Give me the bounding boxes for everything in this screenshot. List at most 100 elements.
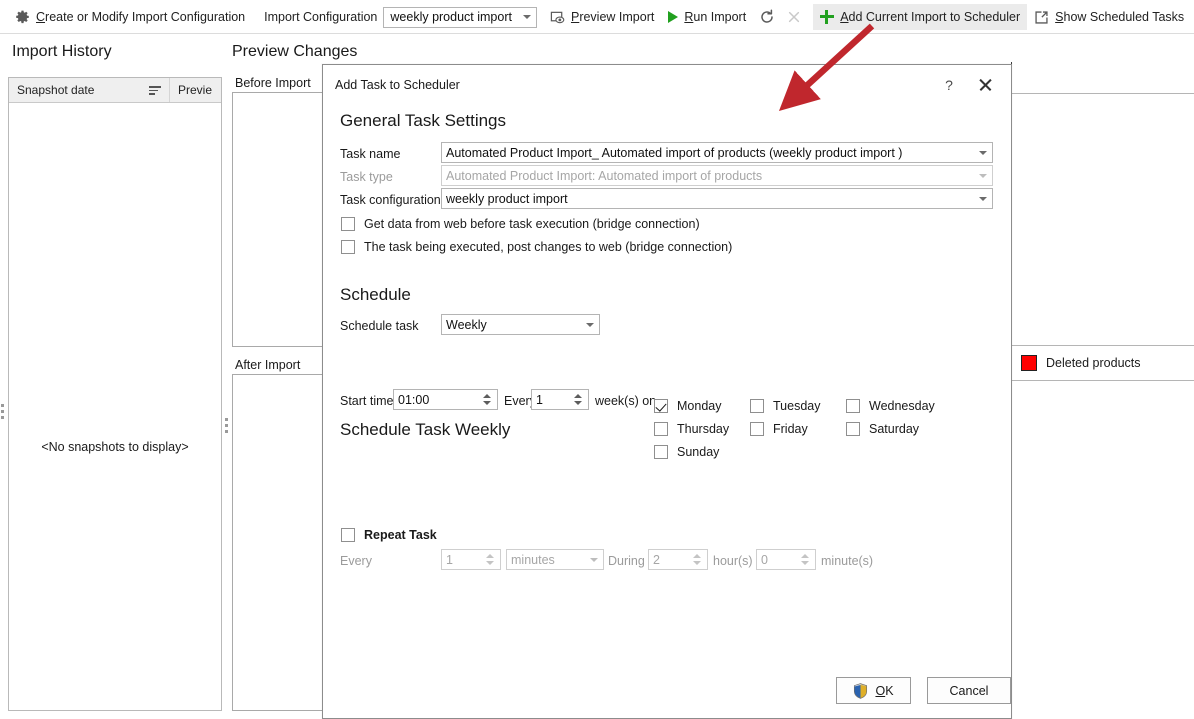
day-checkbox-sunday-row[interactable]: Sunday [654,445,719,459]
show-scheduled-tasks-label: Show Scheduled Tasks [1055,10,1184,24]
help-icon[interactable]: ? [939,75,959,95]
chevron-down-icon[interactable] [581,323,599,327]
day-checkbox-saturday-row[interactable]: Saturday [846,422,919,436]
post-changes-to-web-checkbox-row[interactable]: The task being executed, post changes to… [341,240,732,254]
import-history-title: Import History [12,43,112,61]
legend-divider-2 [1012,380,1194,381]
day-label-thursday: Thursday [677,422,729,436]
plus-icon [820,10,834,24]
repeat-every-spinner: 1 [441,549,501,570]
repeat-task-checkbox[interactable] [341,528,355,542]
get-data-from-web-checkbox[interactable] [341,217,355,231]
create-or-modify-import-configuration-button[interactable]: Create or Modify Import Configuration [8,4,252,30]
chevron-down-icon[interactable] [974,197,992,201]
after-import-label: After Import [233,358,302,372]
day-checkbox-monday-row[interactable]: Monday [654,399,721,413]
import-configuration-combobox[interactable]: weekly product import [383,7,537,28]
get-data-from-web-label: Get data from web before task execution … [364,217,700,231]
create-or-modify-import-configuration-label: Create or Modify Import Configuration [36,10,245,24]
close-icon[interactable] [973,74,997,96]
post-changes-to-web-label: The task being executed, post changes to… [364,240,732,254]
column-header-snapshot-date-label: Snapshot date [17,83,94,97]
get-data-from-web-checkbox-row[interactable]: Get data from web before task execution … [341,217,700,231]
chevron-down-icon[interactable] [974,151,992,155]
legend-color-swatch [1021,355,1037,371]
mid-splitter[interactable] [224,38,229,719]
chevron-down-icon [974,174,992,178]
chevron-down-icon [585,558,603,562]
toolbar-bottom-rule [0,33,1194,34]
run-import-button[interactable]: Run Import [661,4,753,30]
schedule-task-label: Schedule task [340,319,419,333]
legend-item-deleted-products[interactable]: Deleted products [1021,355,1141,371]
schedule-task-combobox[interactable]: Weekly [441,314,600,335]
add-current-import-to-scheduler-button[interactable]: Add Current Import to Scheduler [813,4,1027,30]
refresh-button[interactable] [753,4,781,30]
repeat-minutes-label: minute(s) [821,554,873,568]
import-history-grid[interactable]: Snapshot date Previe <No snapshots to di… [8,77,222,711]
repeat-every-value: 1 [442,553,482,567]
day-checkbox-wednesday-row[interactable]: Wednesday [846,399,935,413]
task-type-combobox: Automated Product Import: Automated impo… [441,165,993,186]
schedule-heading: Schedule [340,285,411,305]
every-weeks-spinner[interactable]: 1 [531,389,589,410]
task-type-label: Task type [340,170,393,184]
repeat-hours-label: hour(s) [713,554,753,568]
chevron-down-icon[interactable] [518,8,536,27]
day-checkbox-monday[interactable] [654,399,668,413]
post-changes-to-web-checkbox[interactable] [341,240,355,254]
column-header-snapshot-date[interactable]: Snapshot date [9,78,169,102]
gear-icon [15,10,30,25]
preview-import-label: Preview Import [571,10,654,24]
app-window: Create or Modify Import Configuration Im… [0,0,1194,719]
shield-icon [853,683,868,699]
repeat-minutes-value: 0 [757,553,797,567]
repeat-task-checkbox-row[interactable]: Repeat Task [341,528,437,542]
task-name-value: Automated Product Import_ Automated impo… [442,146,974,160]
filter-icon[interactable] [149,85,161,95]
day-checkbox-thursday-row[interactable]: Thursday [654,422,729,436]
repeat-every-label: Every [340,554,372,568]
every-weeks-stepper[interactable] [570,390,585,409]
preview-eye-icon [550,10,565,25]
day-label-friday: Friday [773,422,808,436]
cancel-button[interactable]: Cancel [927,677,1011,704]
legend-pane [1011,62,1194,719]
day-checkbox-tuesday[interactable] [750,399,764,413]
preview-import-button[interactable]: Preview Import [543,4,661,30]
repeat-task-label: Repeat Task [364,528,437,542]
left-splitter[interactable] [0,38,5,719]
ok-button[interactable]: OK [836,677,911,704]
main-toolbar: Create or Modify Import Configuration Im… [0,0,1194,34]
repeat-unit-value: minutes [507,553,585,567]
start-time-stepper[interactable] [479,390,494,409]
start-time-spinner[interactable]: 01:00 [393,389,498,410]
day-checkbox-wednesday[interactable] [846,399,860,413]
repeat-hours-stepper [689,550,704,569]
repeat-minutes-spinner: 0 [756,549,816,570]
import-history-empty-text: <No snapshots to display> [9,440,221,454]
import-history-grid-header: Snapshot date Previe [9,78,221,103]
day-checkbox-sunday[interactable] [654,445,668,459]
task-configuration-value: weekly product import [442,192,974,206]
run-import-label: Run Import [684,10,746,24]
cancel-button [781,4,807,30]
day-label-tuesday: Tuesday [773,399,820,413]
preview-changes-title: Preview Changes [232,43,357,61]
column-header-preview[interactable]: Previe [170,78,221,102]
day-label-saturday: Saturday [869,422,919,436]
schedule-task-weekly-heading: Schedule Task Weekly [340,420,510,440]
play-icon [668,11,678,23]
start-time-label: Start time [340,394,394,408]
day-checkbox-thursday[interactable] [654,422,668,436]
show-scheduled-tasks-button[interactable]: Show Scheduled Tasks [1027,4,1191,30]
ok-button-label: OK [875,684,893,698]
day-checkbox-friday-row[interactable]: Friday [750,422,808,436]
day-checkbox-friday[interactable] [750,422,764,436]
day-checkbox-saturday[interactable] [846,422,860,436]
day-label-sunday: Sunday [677,445,719,459]
task-configuration-combobox[interactable]: weekly product import [441,188,993,209]
day-label-wednesday: Wednesday [869,399,935,413]
day-checkbox-tuesday-row[interactable]: Tuesday [750,399,820,413]
task-name-combobox[interactable]: Automated Product Import_ Automated impo… [441,142,993,163]
